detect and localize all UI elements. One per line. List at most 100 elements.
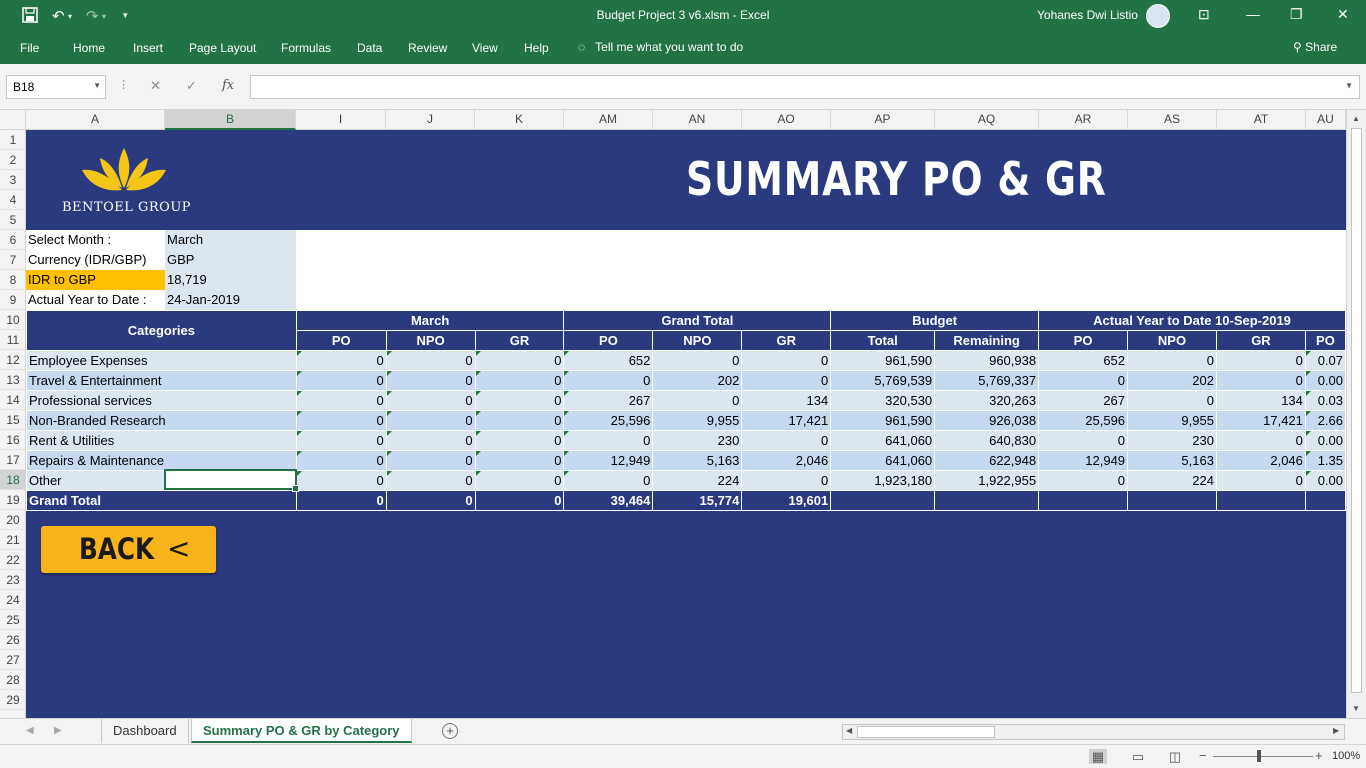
category-cell[interactable]: Repairs & Maintenance <box>26 450 297 471</box>
value-cell[interactable]: 0 <box>474 370 565 391</box>
insert-function-icon[interactable]: fx <box>222 78 234 93</box>
value-cell[interactable]: 0 <box>741 370 832 391</box>
tab-view[interactable]: View <box>472 41 498 55</box>
selected-cell-b18[interactable] <box>164 469 299 492</box>
sheet-tab-summary[interactable]: Summary PO & GR by Category <box>191 719 412 743</box>
value-cell[interactable]: 0 <box>741 350 832 371</box>
column-header[interactable]: AU <box>1306 110 1346 130</box>
value-cell[interactable]: 0 <box>741 430 832 451</box>
column-header[interactable]: AS <box>1128 110 1217 130</box>
row-header[interactable]: 25 <box>0 610 25 630</box>
value-cell[interactable]: 0.00 <box>1304 370 1346 391</box>
value-cell[interactable]: 0 <box>474 410 565 431</box>
zoom-slider[interactable] <box>1213 756 1313 757</box>
value-cell[interactable]: 25,596 <box>563 410 654 431</box>
value-cell[interactable]: 202 <box>1127 370 1217 391</box>
ribbon-display-options-icon[interactable]: ⊡ <box>1198 6 1210 23</box>
row-header[interactable]: 26 <box>0 630 25 650</box>
value-cell[interactable]: 1,922,955 <box>934 470 1040 491</box>
value-cell[interactable]: 5,769,539 <box>830 370 936 391</box>
value-cell[interactable]: 5,769,337 <box>934 370 1040 391</box>
value-cell[interactable]: 1.35 <box>1304 450 1346 471</box>
row-header[interactable]: 13 <box>0 370 25 390</box>
value-cell[interactable]: 230 <box>1127 430 1217 451</box>
row-header[interactable]: 12 <box>0 350 25 370</box>
currency-cell[interactable]: GBP <box>165 250 296 270</box>
vertical-scrollbar[interactable]: ▲ ▼ <box>1346 110 1366 718</box>
scroll-thumb[interactable] <box>857 726 995 738</box>
row-header[interactable]: 27 <box>0 650 25 670</box>
value-cell[interactable]: 0 <box>474 430 565 451</box>
value-cell[interactable]: 12,949 <box>563 450 654 471</box>
row-header[interactable]: 16 <box>0 430 25 450</box>
value-cell[interactable]: 320,530 <box>830 390 936 411</box>
value-cell[interactable]: 926,038 <box>934 410 1040 431</box>
row-header[interactable]: 17 <box>0 450 25 470</box>
total-label-cell[interactable]: Grand Total <box>26 490 297 511</box>
column-header[interactable]: AQ <box>935 110 1039 130</box>
column-header[interactable]: AN <box>653 110 742 130</box>
value-cell[interactable]: 320,263 <box>934 390 1040 411</box>
value-cell[interactable]: 9,955 <box>1127 410 1217 431</box>
row-header[interactable]: 4 <box>0 190 25 210</box>
value-cell[interactable]: 0 <box>563 470 654 491</box>
row-header[interactable]: 11 <box>0 330 25 350</box>
category-cell[interactable]: Professional services <box>26 390 297 411</box>
value-cell[interactable]: 0 <box>474 450 565 471</box>
column-header[interactable]: B <box>165 110 296 130</box>
total-value-cell[interactable] <box>1215 490 1306 511</box>
sheet-tab-dashboard[interactable]: Dashboard <box>101 719 189 743</box>
exchange-rate-cell[interactable]: 18,719 <box>165 270 296 290</box>
value-cell[interactable]: 25,596 <box>1038 410 1129 431</box>
back-button[interactable]: BACK < <box>41 526 216 573</box>
value-cell[interactable]: 0 <box>652 350 743 371</box>
row-header[interactable]: 6 <box>0 230 25 250</box>
row-header[interactable]: 22 <box>0 550 25 570</box>
total-value-cell[interactable]: 19,601 <box>741 490 832 511</box>
row-header[interactable]: 20 <box>0 510 25 530</box>
row-header[interactable]: 5 <box>0 210 25 230</box>
value-cell[interactable]: 230 <box>652 430 743 451</box>
value-cell[interactable]: 0 <box>1215 350 1306 371</box>
value-cell[interactable]: 640,830 <box>934 430 1040 451</box>
value-cell[interactable]: 0 <box>1127 390 1217 411</box>
value-cell[interactable]: 2,046 <box>741 450 832 471</box>
cancel-icon[interactable]: ✕ <box>150 78 161 94</box>
next-sheet-icon[interactable]: ▶ <box>54 725 62 736</box>
value-cell[interactable]: 0 <box>295 450 387 471</box>
value-cell[interactable]: 0 <box>1127 350 1217 371</box>
actual-ytd-cell[interactable]: 24-Jan-2019 <box>165 290 296 310</box>
column-header[interactable]: J <box>386 110 475 130</box>
value-cell[interactable]: 960,938 <box>934 350 1040 371</box>
scroll-down-icon[interactable]: ▼ <box>1352 704 1360 713</box>
page-break-view-icon[interactable]: ◫ <box>1166 749 1184 764</box>
normal-view-icon[interactable]: ▦ <box>1089 749 1107 764</box>
row-header[interactable]: 28 <box>0 670 25 690</box>
value-cell[interactable]: 0 <box>295 350 387 371</box>
row-header[interactable]: 3 <box>0 170 25 190</box>
row-header[interactable]: 24 <box>0 590 25 610</box>
value-cell[interactable]: 0.03 <box>1304 390 1346 411</box>
total-value-cell[interactable] <box>830 490 936 511</box>
category-cell[interactable]: Non-Branded Research <box>26 410 297 431</box>
value-cell[interactable]: 0 <box>385 470 476 491</box>
tab-page-layout[interactable]: Page Layout <box>189 41 256 55</box>
value-cell[interactable]: 622,948 <box>934 450 1040 471</box>
value-cell[interactable]: 17,421 <box>741 410 832 431</box>
row-header[interactable]: 15 <box>0 410 25 430</box>
select-month-cell[interactable]: March <box>165 230 296 250</box>
zoom-level[interactable]: 100% <box>1332 750 1360 762</box>
value-cell[interactable]: 224 <box>1127 470 1217 491</box>
tell-me-box[interactable]: ◌ Tell me what you want to do <box>578 40 743 54</box>
row-header[interactable]: 23 <box>0 570 25 590</box>
value-cell[interactable]: 0 <box>474 470 565 491</box>
column-header[interactable]: AM <box>564 110 653 130</box>
column-header[interactable]: AT <box>1217 110 1306 130</box>
category-cell[interactable]: Rent & Utilities <box>26 430 297 451</box>
value-cell[interactable]: 0.07 <box>1304 350 1346 371</box>
horizontal-scrollbar[interactable]: ◀ ▶ <box>842 724 1345 740</box>
total-value-cell[interactable]: 39,464 <box>563 490 654 511</box>
value-cell[interactable]: 0 <box>1215 370 1306 391</box>
value-cell[interactable]: 5,163 <box>1127 450 1217 471</box>
minimize-icon[interactable]: — <box>1246 6 1260 22</box>
